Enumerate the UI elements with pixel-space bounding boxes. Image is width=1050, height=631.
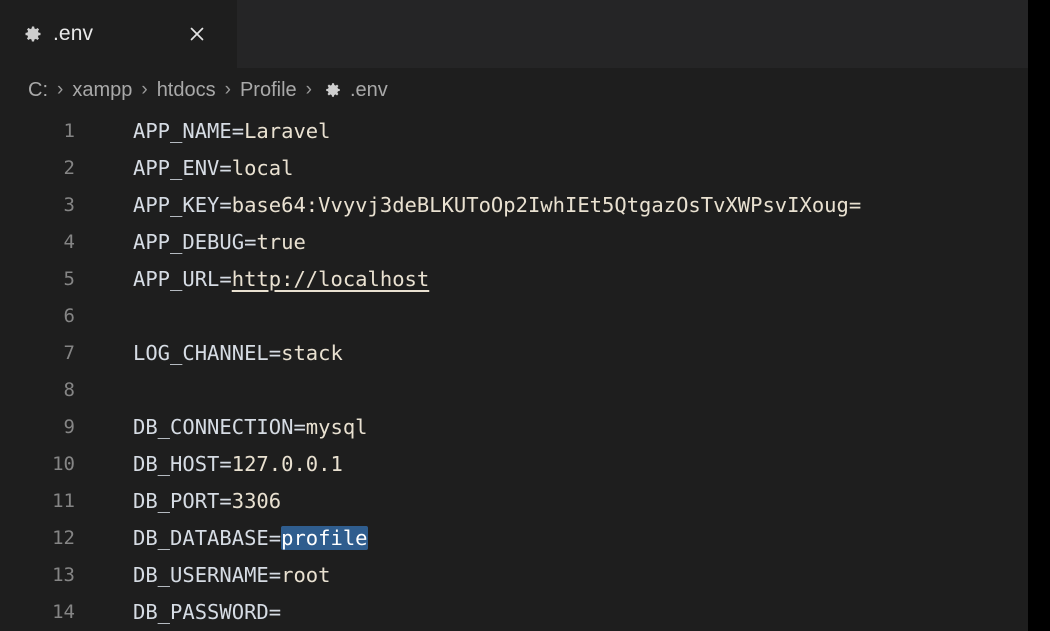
equals-sign: = — [268, 340, 282, 365]
line-number: 9 — [63, 415, 75, 438]
equals-sign: = — [268, 562, 282, 587]
right-edge-band — [1028, 0, 1050, 631]
code-text: APP_URL=http://localhost — [133, 267, 429, 291]
code-text: APP_NAME=Laravel — [133, 119, 331, 143]
line-number: 12 — [52, 526, 75, 549]
env-key: LOG_CHANNEL — [133, 340, 269, 365]
code-line[interactable]: 4 APP_DEBUG=true — [0, 223, 1028, 260]
code-text: APP_DEBUG=true — [133, 230, 306, 254]
env-value-selected: profile — [281, 525, 368, 550]
code-text: DB_USERNAME=root — [133, 563, 330, 587]
env-key: DB_PASSWORD — [133, 599, 269, 624]
env-value: stack — [281, 340, 343, 365]
line-number: 10 — [52, 452, 75, 475]
code-line[interactable]: 6 — [0, 297, 1028, 334]
breadcrumb: C: › xampp › htdocs › Profile › .env — [0, 68, 1028, 112]
code-editor[interactable]: 1 APP_NAME=Laravel 2 APP_ENV=local 3 APP_KEY=… — [0, 112, 1028, 631]
code-line[interactable]: 9 DB_CONNECTION=mysql — [0, 408, 1028, 445]
equals-sign: = — [231, 118, 245, 143]
env-key: DB_CONNECTION — [133, 414, 294, 439]
env-key: DB_PORT — [133, 488, 220, 513]
tab-label: .env — [53, 22, 94, 45]
line-number: 11 — [52, 489, 75, 512]
breadcrumb-item-file[interactable]: .env — [350, 79, 388, 102]
breadcrumb-item-profile[interactable]: Profile — [240, 79, 297, 102]
env-value: true — [256, 229, 306, 254]
code-line[interactable]: 8 — [0, 371, 1028, 408]
env-key: DB_HOST — [133, 451, 220, 476]
equals-sign: = — [268, 525, 282, 550]
tab-bar: .env — [0, 0, 1028, 68]
equals-sign: = — [219, 192, 232, 217]
line-number: 14 — [52, 600, 75, 623]
breadcrumb-item-drive[interactable]: C: — [28, 79, 48, 102]
env-value: Laravel — [244, 118, 331, 143]
gear-icon — [22, 23, 44, 45]
code-line[interactable]: 3 APP_KEY=base64:Vvyvj3deBLKUToOp2IwhIEt5… — [0, 186, 1028, 223]
code-line[interactable]: 2 APP_ENV=local — [0, 149, 1028, 186]
code-line[interactable]: 10 DB_HOST=127.0.0.1 — [0, 445, 1028, 482]
code-text: DB_PORT=3306 — [133, 489, 281, 513]
env-value: local — [231, 155, 294, 180]
code-line[interactable]: 5 APP_URL=http://localhost — [0, 260, 1028, 297]
env-value: root — [281, 562, 331, 587]
equals-sign: = — [219, 488, 232, 513]
editor-window: .env C: › xampp › htdocs › Profile › .en… — [0, 0, 1050, 631]
env-value: base64:Vvyvj3deBLKUToOp2IwhIEt5QtgazOsTv… — [231, 192, 862, 217]
code-text: DB_CONNECTION=mysql — [133, 415, 368, 439]
breadcrumb-separator-4: › — [305, 79, 312, 100]
breadcrumb-separator-1: › — [57, 79, 64, 100]
code-line[interactable]: 7 LOG_CHANNEL=stack — [0, 334, 1028, 371]
equals-sign: = — [219, 155, 232, 180]
code-text: LOG_CHANNEL=stack — [133, 341, 343, 365]
equals-sign: = — [268, 599, 282, 624]
line-number: 5 — [63, 267, 75, 290]
equals-sign: = — [219, 266, 232, 291]
line-number: 6 — [63, 304, 75, 327]
equals-sign: = — [244, 229, 257, 254]
breadcrumb-separator-2: › — [141, 79, 148, 100]
env-key: DB_USERNAME — [133, 562, 269, 587]
env-key: APP_NAME — [133, 118, 232, 143]
env-value-link[interactable]: http://localhost — [232, 267, 429, 291]
breadcrumb-separator-3: › — [224, 79, 231, 100]
line-number: 7 — [63, 341, 75, 364]
line-number: 4 — [63, 230, 75, 253]
env-value: 127.0.0.1 — [231, 451, 343, 476]
equals-sign: = — [293, 414, 306, 439]
breadcrumb-item-htdocs[interactable]: htdocs — [157, 79, 216, 102]
line-number: 3 — [63, 193, 75, 216]
env-value: 3306 — [231, 488, 282, 513]
code-line[interactable]: 1 APP_NAME=Laravel — [0, 112, 1028, 149]
breadcrumb-item-xampp[interactable]: xampp — [72, 79, 132, 102]
line-number: 8 — [63, 378, 75, 401]
line-number: 13 — [52, 563, 75, 586]
tab-env[interactable]: .env — [0, 0, 237, 68]
gear-icon — [323, 80, 343, 100]
env-key: APP_DEBUG — [133, 229, 245, 254]
code-text: DB_DATABASE=profile — [133, 525, 368, 550]
code-text: APP_ENV=local — [133, 156, 293, 180]
code-line[interactable]: 14 DB_PASSWORD= — [0, 593, 1028, 630]
equals-sign: = — [219, 451, 232, 476]
code-text: APP_KEY=base64:Vvyvj3deBLKUToOp2IwhIEt5Q… — [133, 193, 861, 217]
code-text: DB_HOST=127.0.0.1 — [133, 452, 343, 476]
env-key: APP_ENV — [133, 155, 220, 180]
env-key: DB_DATABASE — [133, 525, 269, 550]
code-line[interactable]: 13 DB_USERNAME=root — [0, 556, 1028, 593]
close-icon[interactable] — [185, 22, 209, 46]
line-number: 2 — [63, 156, 75, 179]
env-key: APP_URL — [133, 266, 220, 291]
line-number: 1 — [63, 119, 75, 142]
code-line[interactable]: 12 DB_DATABASE=profile — [0, 519, 1028, 556]
env-key: APP_KEY — [133, 192, 220, 217]
code-line[interactable]: 11 DB_PORT=3306 — [0, 482, 1028, 519]
env-value: mysql — [305, 414, 368, 439]
code-text: DB_PASSWORD= — [133, 600, 281, 624]
